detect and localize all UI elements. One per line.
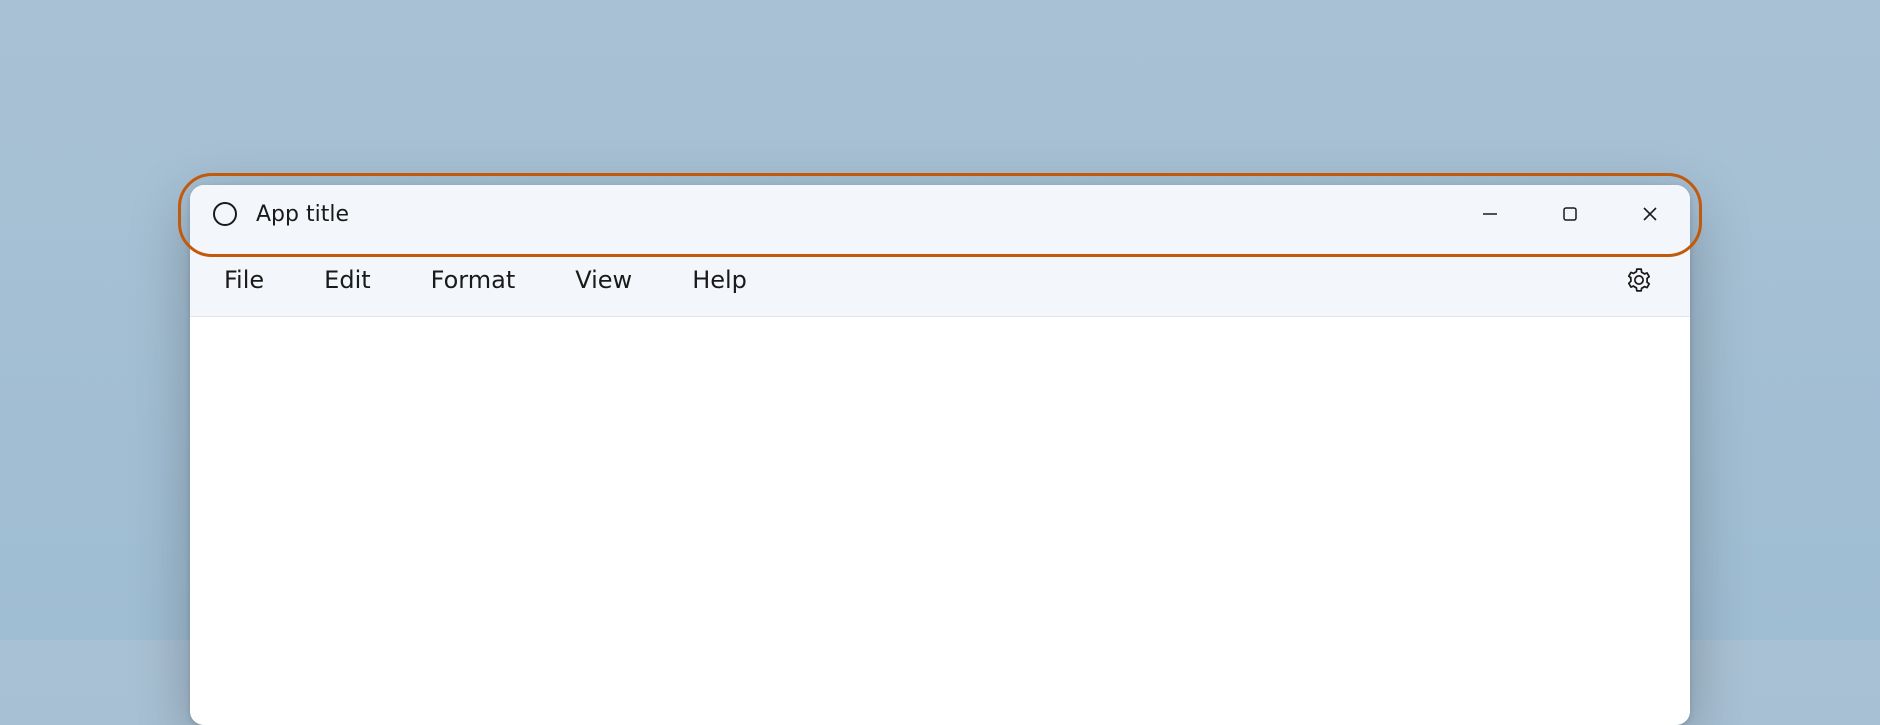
menu-edit[interactable]: Edit (294, 243, 400, 316)
app-title: App title (256, 202, 349, 227)
menu-help[interactable]: Help (662, 243, 777, 316)
minimize-icon (1482, 206, 1498, 222)
close-button[interactable] (1610, 185, 1690, 243)
close-icon (1642, 206, 1658, 222)
settings-button[interactable] (1618, 259, 1660, 301)
menubar: File Edit Format View Help (190, 243, 1690, 317)
minimize-button[interactable] (1450, 185, 1530, 243)
menu-view[interactable]: View (545, 243, 662, 316)
app-window: App title File Edit Format View Help (190, 185, 1690, 725)
gear-icon (1626, 267, 1652, 293)
content-area (190, 317, 1690, 725)
app-circle-icon (212, 201, 238, 227)
maximize-icon (1562, 206, 1578, 222)
titlebar[interactable]: App title (190, 185, 1690, 243)
menu-file[interactable]: File (214, 243, 294, 316)
menu-format[interactable]: Format (401, 243, 546, 316)
maximize-button[interactable] (1530, 185, 1610, 243)
